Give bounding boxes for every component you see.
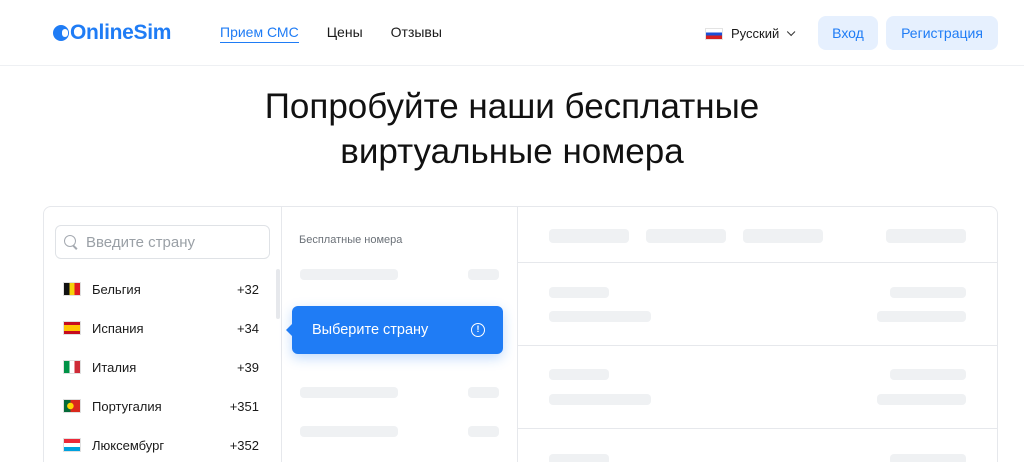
country-item-italy[interactable]: Италия +39 xyxy=(63,357,259,377)
language-label: Русский xyxy=(731,26,780,41)
chevron-down-icon xyxy=(787,27,796,36)
country-item-portugal[interactable]: Португалия +351 xyxy=(63,396,259,416)
country-name: Италия xyxy=(92,359,137,375)
country-name: Люксембург xyxy=(92,437,165,453)
country-name: Бельгия xyxy=(92,281,141,297)
belgium-flag-icon xyxy=(63,282,81,296)
country-code: +39 xyxy=(236,359,259,375)
country-search-input[interactable] xyxy=(86,233,256,251)
page-title-line-1: Попробуйте наши бесплатные xyxy=(264,87,760,126)
country-item-belgium[interactable]: Бельгия +32 xyxy=(63,279,259,299)
italy-flag-icon xyxy=(63,360,81,374)
main-nav: Прием СМС Цены Отзывы xyxy=(220,24,470,43)
skeleton-badge xyxy=(468,426,499,437)
portugal-flag-icon xyxy=(63,399,81,413)
spain-flag-icon xyxy=(63,321,81,335)
row-divider xyxy=(518,428,997,429)
skeleton-message-line xyxy=(890,369,966,380)
skeleton-message-line xyxy=(890,454,966,462)
info-icon: ! xyxy=(471,323,485,337)
country-list-column: Бельгия +32 Испания +34 Италия +39 Порту… xyxy=(44,207,282,462)
skeleton-message-line xyxy=(549,287,609,298)
luxembourg-flag-icon xyxy=(63,438,81,452)
country-code: +34 xyxy=(236,320,259,336)
site-header: OnlineSim Прием СМС Цены Отзывы Русский … xyxy=(0,0,1024,66)
skeleton-message-line xyxy=(877,394,966,405)
skeleton-header-cell xyxy=(743,229,823,243)
country-code: +352 xyxy=(229,437,259,453)
skeleton-number xyxy=(300,269,398,280)
russia-flag-icon xyxy=(705,27,723,40)
skeleton-message-line xyxy=(877,311,966,322)
skeleton-message-line xyxy=(890,287,966,298)
register-button[interactable]: Регистрация xyxy=(886,16,998,50)
skeleton-header-cell xyxy=(886,229,966,243)
logo-text: OnlineSim xyxy=(70,21,172,44)
select-country-tooltip: Выберите страну ! xyxy=(286,306,503,354)
country-code: +351 xyxy=(229,398,259,414)
country-item-spain[interactable]: Испания +34 xyxy=(63,318,259,338)
row-divider xyxy=(518,262,997,263)
skeleton-header-cell xyxy=(646,229,726,243)
tooltip-text: Выберите страну xyxy=(312,322,429,338)
skeleton-number xyxy=(300,426,398,437)
logo[interactable]: OnlineSim xyxy=(53,21,172,44)
skeleton-message-line xyxy=(549,311,651,322)
numbers-column-title: Бесплатные номера xyxy=(299,234,403,246)
skeleton-message-line xyxy=(549,369,609,380)
country-name: Испания xyxy=(92,320,144,336)
login-button[interactable]: Вход xyxy=(818,16,878,50)
skeleton-badge xyxy=(468,387,499,398)
country-list-scrollbar[interactable] xyxy=(276,269,280,319)
country-search[interactable] xyxy=(55,225,270,259)
search-icon xyxy=(64,235,78,249)
country-item-luxembourg[interactable]: Люксембург +352 xyxy=(63,435,259,455)
row-divider xyxy=(518,345,997,346)
skeleton-badge xyxy=(468,269,499,280)
language-selector[interactable]: Русский xyxy=(705,26,796,41)
skeleton-number xyxy=(300,387,398,398)
skeleton-message-line xyxy=(549,454,609,462)
skeleton-message-line xyxy=(549,394,651,405)
logo-icon xyxy=(53,25,69,41)
country-code: +32 xyxy=(236,281,259,297)
nav-reviews[interactable]: Отзывы xyxy=(391,24,442,43)
nav-prices[interactable]: Цены xyxy=(327,24,363,43)
nav-receive-sms[interactable]: Прием СМС xyxy=(220,24,299,43)
skeleton-header-cell xyxy=(549,229,629,243)
page-title: Попробуйте наши бесплатные виртуальные н… xyxy=(0,84,1024,174)
page-title-line-2: виртуальные номера xyxy=(340,132,684,171)
free-numbers-panel: Бельгия +32 Испания +34 Италия +39 Порту… xyxy=(43,206,998,462)
messages-column xyxy=(518,207,997,462)
country-name: Португалия xyxy=(92,398,162,414)
